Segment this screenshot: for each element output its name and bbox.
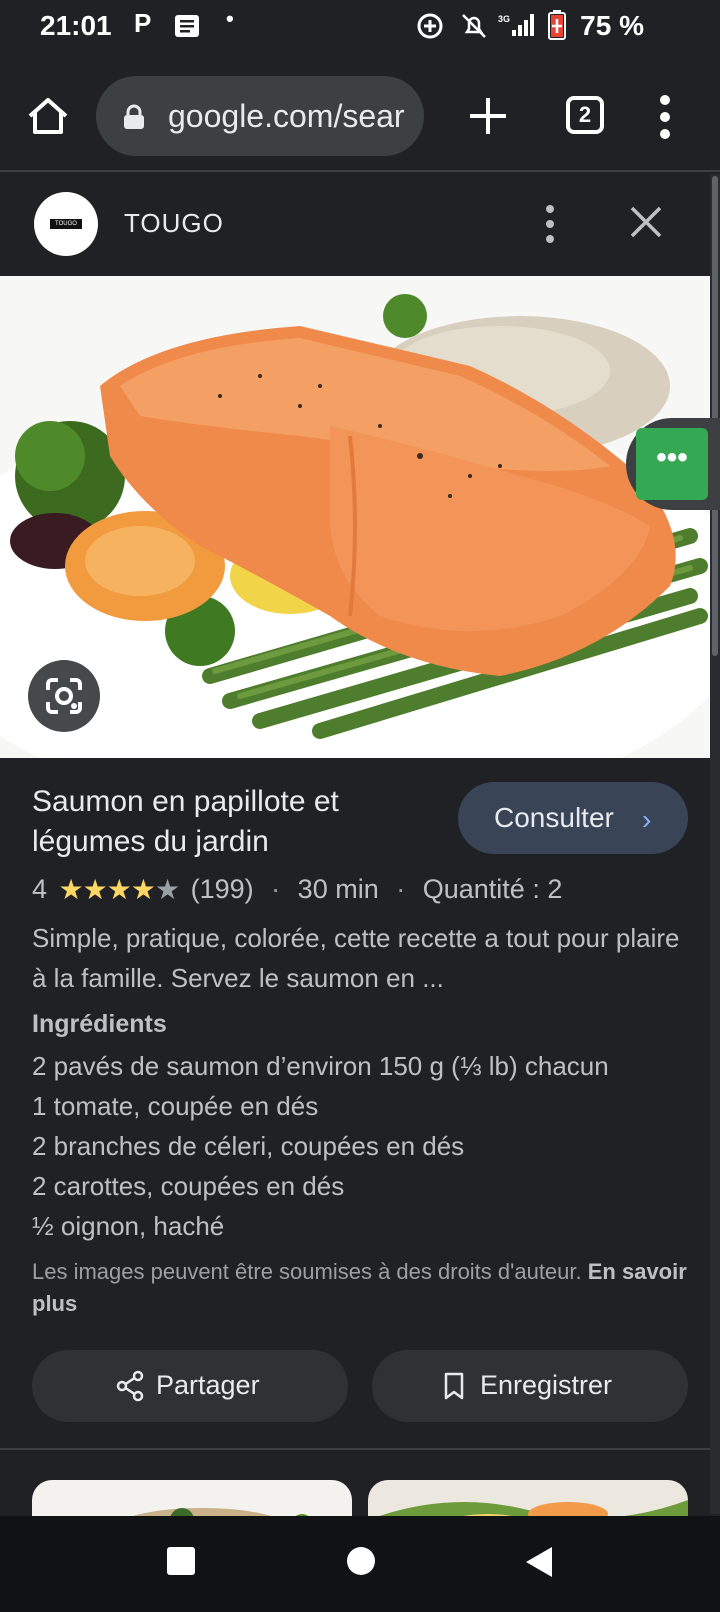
consult-button[interactable]: Consulter ›	[458, 782, 688, 854]
google-lens-button[interactable]	[28, 660, 100, 732]
lock-icon	[124, 104, 144, 129]
message-icon	[175, 15, 199, 37]
notification-dot-icon: •	[226, 6, 234, 31]
ingredients-list: 2 pavés de saumon d’environ 150 g (⅓ lb)…	[32, 1046, 702, 1246]
ingredients-heading: Ingrédients	[32, 1010, 167, 1038]
lens-icon	[46, 678, 82, 714]
ingredient-item: 1 tomate, coupée en dés	[32, 1091, 319, 1121]
share-button-label: Partager	[156, 1370, 260, 1400]
new-tab-button[interactable]	[466, 94, 510, 138]
star-filled-icon: ★	[82, 874, 108, 906]
ingredient-item: 2 carottes, coupées en dés	[32, 1171, 345, 1201]
address-bar[interactable]: google.com/sear	[96, 76, 424, 156]
scrollbar-thumb[interactable]	[712, 176, 718, 656]
save-button-label: Enregistrer	[480, 1370, 613, 1400]
battery-icon	[548, 10, 566, 40]
star-filled-icon: ★	[106, 874, 132, 906]
signal-icon: 3G	[498, 14, 534, 36]
separator-dot: ·	[271, 873, 281, 904]
back-icon[interactable]	[524, 1546, 554, 1578]
bookmark-icon	[444, 1372, 464, 1400]
source-logo-text: TOUGO	[50, 219, 82, 229]
system-navigation-bar	[0, 1516, 720, 1612]
star-empty-icon: ★	[154, 874, 180, 906]
review-count: (199)	[190, 873, 254, 904]
recipe-title: Saumon en papillote et légumes du jardin	[32, 785, 339, 858]
chevron-right-icon: ›	[642, 804, 652, 835]
more-vert-icon[interactable]	[650, 92, 680, 142]
servings: Quantité : 2	[422, 873, 563, 904]
star-filled-icon: ★	[58, 874, 84, 906]
rating-value: 4	[32, 873, 48, 904]
star-filled-icon: ★	[130, 874, 156, 906]
recipe-image[interactable]	[0, 276, 710, 758]
url-text: google.com/sear	[168, 98, 405, 134]
copyright-notice: Les images peuvent être soumises à des d…	[32, 1256, 692, 1320]
status-bar: 21:01 P • 3G 75 %	[0, 0, 720, 52]
parking-icon: P	[134, 8, 152, 38]
share-button[interactable]: Partager	[32, 1350, 348, 1422]
mute-icon	[462, 14, 486, 38]
recipe-meta: 4 ★★★★★ (199) · 30 min · Quantité : 2	[32, 872, 562, 910]
battery-percentage: 75 %	[580, 10, 644, 41]
save-button[interactable]: Enregistrer	[372, 1350, 688, 1422]
floating-more-button[interactable]: •••	[636, 428, 708, 500]
browser-toolbar: google.com/sear 2	[0, 52, 720, 172]
section-divider	[0, 1448, 710, 1450]
close-icon[interactable]	[628, 204, 664, 240]
cook-time: 30 min	[297, 873, 379, 904]
data-saver-icon	[417, 13, 443, 39]
tab-switcher-button[interactable]: 2	[566, 96, 604, 134]
share-icon	[116, 1370, 144, 1402]
copyright-text: Les images peuvent être soumises à des d…	[32, 1259, 582, 1284]
recipe-description: Simple, pratique, colorée, cette recette…	[32, 923, 680, 993]
recents-icon[interactable]	[166, 1546, 196, 1576]
source-logo[interactable]: TOUGO	[34, 192, 98, 256]
ingredient-item: 2 branches de céleri, coupées en dés	[32, 1131, 465, 1161]
source-name[interactable]: TOUGO	[124, 208, 224, 239]
consult-button-label: Consulter	[494, 802, 614, 833]
rating-stars: ★★★★★	[58, 872, 181, 906]
home-icon[interactable]	[24, 92, 72, 140]
home-nav-icon[interactable]	[346, 1546, 376, 1576]
status-time: 21:01	[40, 10, 112, 41]
result-panel-header: TOUGO TOUGO	[0, 174, 710, 276]
separator-dot: ·	[396, 873, 406, 904]
panel-more-icon[interactable]	[540, 202, 560, 246]
svg-text:3G: 3G	[498, 14, 510, 24]
ingredient-item: 2 pavés de saumon d’environ 150 g (⅓ lb)…	[32, 1051, 609, 1081]
ingredient-item: ½ oignon, haché	[32, 1211, 225, 1241]
